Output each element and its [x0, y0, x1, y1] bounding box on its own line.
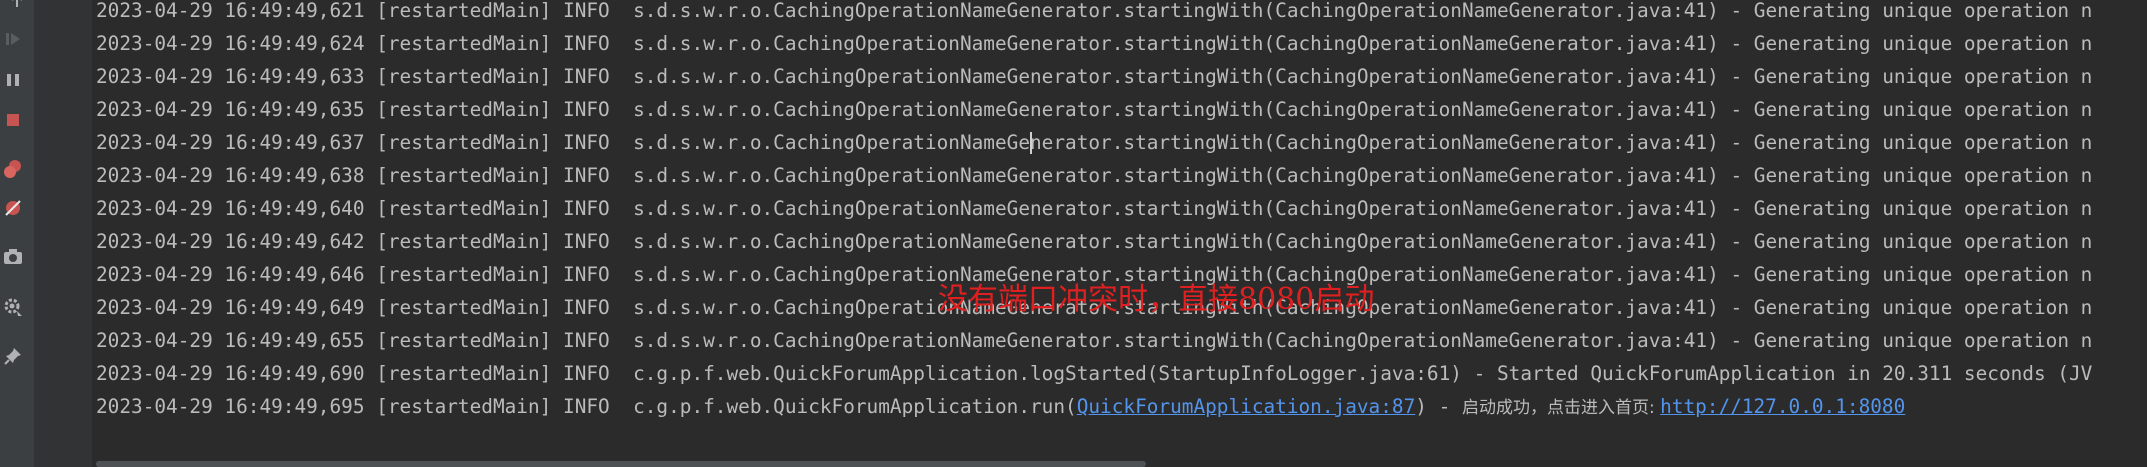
text-cursor — [1030, 132, 1032, 154]
pause-icon[interactable] — [2, 69, 24, 91]
log-line: 2023-04-29 16:49:49,633 [restartedMain] … — [96, 60, 2092, 93]
log-message: s.d.s.w.r.o.CachingOperationNameGenerato… — [633, 0, 2093, 22]
log-line: 2023-04-29 16:49:49,642 [restartedMain] … — [96, 225, 2092, 258]
log-message-prefix: c.g.p.f.web.QuickForumApplication.run( — [633, 395, 1077, 418]
log-level: INFO — [563, 395, 610, 418]
log-level: INFO — [563, 263, 610, 286]
log-thread: [restartedMain] — [376, 32, 552, 55]
log-level: INFO — [563, 65, 610, 88]
console-gutter — [34, 0, 92, 467]
log-message: s.d.s.w.r.o.CachingOperationNameGenerato… — [633, 65, 2093, 88]
console-output[interactable]: 2023-04-29 16:49:49,621 [restartedMain] … — [96, 0, 2147, 440]
log-thread: [restartedMain] — [376, 230, 552, 253]
source-file-link[interactable]: QuickForumApplication.java:87 — [1077, 395, 1416, 418]
log-message: s.d.s.w.r.o.CachingOperationNameGenerato… — [633, 131, 2093, 154]
log-level: INFO — [563, 32, 610, 55]
startup-success-text: 启动成功，点击进入首页: — [1461, 398, 1661, 418]
log-level: INFO — [563, 230, 610, 253]
resume-icon[interactable] — [2, 28, 24, 50]
log-thread: [restartedMain] — [376, 296, 552, 319]
log-thread: [restartedMain] — [376, 395, 552, 418]
log-thread: [restartedMain] — [376, 131, 552, 154]
console-toolbar — [0, 0, 65, 467]
run-console-window: 2023-04-29 16:49:49,621 [restartedMain] … — [0, 0, 2147, 467]
log-message: s.d.s.w.r.o.CachingOperationNameGenerato… — [633, 230, 2093, 253]
log-level: INFO — [563, 197, 610, 220]
log-line: 2023-04-29 16:49:49,640 [restartedMain] … — [96, 192, 2092, 225]
log-level: INFO — [563, 98, 610, 121]
log-timestamp: 2023-04-29 16:49:49,646 — [96, 263, 365, 286]
log-timestamp: 2023-04-29 16:49:49,695 — [96, 395, 365, 418]
log-message: s.d.s.w.r.o.CachingOperationNameGenerato… — [633, 197, 2093, 220]
log-level: INFO — [563, 362, 610, 385]
camera-icon[interactable] — [2, 246, 24, 268]
log-timestamp: 2023-04-29 16:49:49,624 — [96, 32, 365, 55]
log-timestamp: 2023-04-29 16:49:49,690 — [96, 362, 365, 385]
log-line: 2023-04-29 16:49:49,621 [restartedMain] … — [96, 0, 2092, 27]
annotation-text: 没有端口冲突时，直接8080启动 — [938, 282, 1375, 317]
log-level: INFO — [563, 296, 610, 319]
log-timestamp: 2023-04-29 16:49:49,638 — [96, 164, 365, 187]
log-message: s.d.s.w.r.o.CachingOperationNameGenerato… — [633, 32, 2093, 55]
log-line: 2023-04-29 16:49:49,690 [restartedMain] … — [96, 357, 2092, 390]
log-line: 2023-04-29 16:49:49,635 [restartedMain] … — [96, 93, 2092, 126]
log-thread: [restartedMain] — [376, 263, 552, 286]
log-line: 2023-04-29 16:49:49,655 [restartedMain] … — [96, 324, 2092, 357]
log-message: c.g.p.f.web.QuickForumApplication.logSta… — [633, 362, 2093, 385]
log-timestamp: 2023-04-29 16:49:49,637 — [96, 131, 365, 154]
log-timestamp: 2023-04-29 16:49:49,621 — [96, 0, 365, 22]
step-up-icon[interactable] — [6, 0, 28, 12]
settings-icon[interactable] — [2, 296, 24, 318]
log-message: s.d.s.w.r.o.CachingOperationNameGenerato… — [633, 164, 2093, 187]
log-timestamp: 2023-04-29 16:49:49,642 — [96, 230, 365, 253]
log-thread: [restartedMain] — [376, 329, 552, 352]
stop-icon[interactable] — [2, 109, 24, 131]
log-level: INFO — [563, 0, 610, 22]
log-timestamp: 2023-04-29 16:49:49,640 — [96, 197, 365, 220]
log-thread: [restartedMain] — [376, 362, 552, 385]
log-message: s.d.s.w.r.o.CachingOperationNameGenerato… — [633, 98, 2093, 121]
log-thread: [restartedMain] — [376, 98, 552, 121]
log-thread: [restartedMain] — [376, 0, 552, 22]
log-line: 2023-04-29 16:49:49,624 [restartedMain] … — [96, 27, 2092, 60]
log-line: 2023-04-29 16:49:49,637 [restartedMain] … — [96, 126, 2092, 159]
log-thread: [restartedMain] — [376, 65, 552, 88]
log-thread: [restartedMain] — [376, 197, 552, 220]
log-message: s.d.s.w.r.o.CachingOperationNameGenerato… — [633, 329, 2093, 352]
log-line: 2023-04-29 16:49:49,695 [restartedMain] … — [96, 390, 1905, 423]
log-line: 2023-04-29 16:49:49,638 [restartedMain] … — [96, 159, 2092, 192]
log-level: INFO — [563, 329, 610, 352]
pin-icon[interactable] — [2, 345, 24, 367]
log-timestamp: 2023-04-29 16:49:49,649 — [96, 296, 365, 319]
log-timestamp: 2023-04-29 16:49:49,635 — [96, 98, 365, 121]
log-level: INFO — [563, 131, 610, 154]
log-message-mid: ) - — [1415, 395, 1462, 418]
log-thread: [restartedMain] — [376, 164, 552, 187]
breakpoints-icon[interactable] — [2, 158, 24, 180]
horizontal-scrollbar[interactable] — [96, 461, 1146, 467]
log-timestamp: 2023-04-29 16:49:49,633 — [96, 65, 365, 88]
log-timestamp: 2023-04-29 16:49:49,655 — [96, 329, 365, 352]
homepage-url-link[interactable]: http://127.0.0.1:8080 — [1660, 395, 1905, 418]
log-level: INFO — [563, 164, 610, 187]
mute-breakpoints-icon[interactable] — [2, 197, 24, 219]
